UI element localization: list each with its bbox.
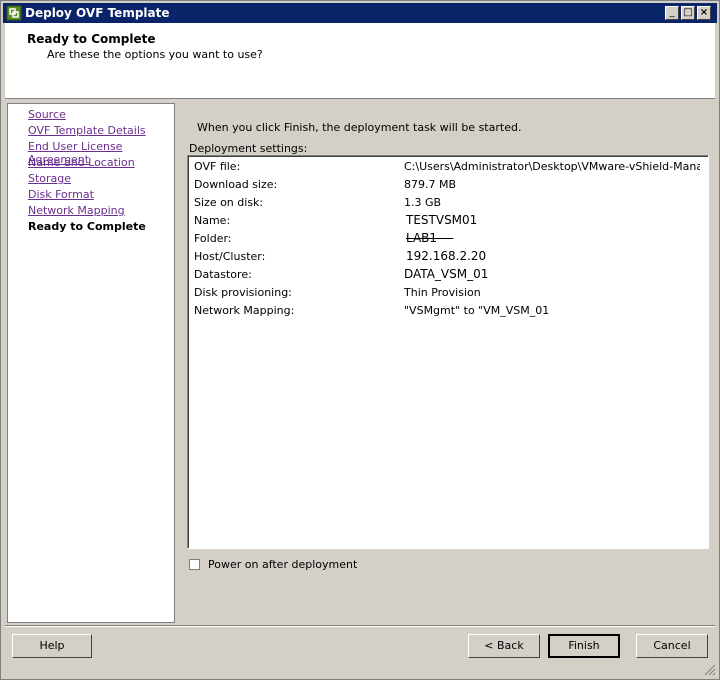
settings-key: Download size: <box>194 178 278 191</box>
nav-step-ovf-template-details[interactable]: OVF Template Details <box>28 124 146 137</box>
settings-label: Deployment settings: <box>189 142 308 155</box>
settings-row: Download size: 879.7 MB <box>194 178 702 194</box>
settings-row: Datastore: DATA_VSM_01 <box>194 267 702 284</box>
power-on-label[interactable]: Power on after deployment <box>208 558 357 571</box>
nav-step-source[interactable]: Source <box>28 108 66 121</box>
settings-key: Datastore: <box>194 268 252 281</box>
nav-step-ready-to-complete: Ready to Complete <box>28 220 146 233</box>
settings-value: Thin Provision <box>404 286 481 299</box>
settings-key: OVF file: <box>194 160 241 173</box>
settings-key: Size on disk: <box>194 196 264 209</box>
power-on-checkbox[interactable] <box>189 559 200 570</box>
settings-key: Name: <box>194 214 231 227</box>
settings-row: Size on disk: 1.3 GB <box>194 196 702 212</box>
maximize-button[interactable]: □ <box>681 6 695 20</box>
back-button[interactable]: < Back <box>468 634 540 658</box>
settings-row: Host/Cluster: 192.168.2.20 <box>194 249 702 266</box>
settings-value: 879.7 MB <box>404 178 457 191</box>
settings-value: C:\Users\Administrator\Desktop\VMware-vS… <box>404 160 700 173</box>
settings-row: Folder: LAB1 - - <box>194 231 702 248</box>
deployment-settings-list[interactable]: OVF file: C:\Users\Administrator\Desktop… <box>187 155 709 549</box>
nav-step-name-location[interactable]: Name and Location <box>28 156 135 169</box>
resize-grip-icon[interactable] <box>704 664 716 676</box>
vmware-app-icon <box>6 5 22 21</box>
settings-key: Host/Cluster: <box>194 250 266 263</box>
wizard-header: Ready to Complete Are these the options … <box>5 23 715 99</box>
wizard-content: When you click Finish, the deployment ta… <box>177 103 717 621</box>
nav-step-disk-format[interactable]: Disk Format <box>28 188 94 201</box>
finish-button[interactable]: Finish <box>548 634 620 658</box>
settings-key: Network Mapping: <box>194 304 295 317</box>
settings-key: Folder: <box>194 232 232 245</box>
settings-value: LAB1 - - <box>406 231 454 245</box>
minimize-button[interactable]: _ <box>665 6 679 20</box>
settings-value: TESTVSM01 <box>406 213 478 227</box>
settings-value: DATA_VSM_01 <box>404 267 489 281</box>
nav-step-network-mapping[interactable]: Network Mapping <box>28 204 125 217</box>
help-button[interactable]: Help <box>12 634 92 658</box>
settings-row: Name: TESTVSM01 <box>194 213 702 230</box>
intro-text: When you click Finish, the deployment ta… <box>197 121 522 134</box>
wizard-steps-panel: Source OVF Template Details End User Lic… <box>7 103 175 623</box>
deploy-ovf-window: Deploy OVF Template _ □ × Ready to Compl… <box>0 0 720 680</box>
page-title: Ready to Complete <box>27 32 156 46</box>
cancel-button[interactable]: Cancel <box>636 634 708 658</box>
title-bar[interactable]: Deploy OVF Template _ □ × <box>3 3 717 23</box>
window-title: Deploy OVF Template <box>25 6 170 20</box>
nav-step-storage[interactable]: Storage <box>28 172 71 185</box>
settings-row: Network Mapping: "VSMgmt" to "VM_VSM_01 <box>194 304 702 320</box>
settings-value: 1.3 GB <box>404 196 442 209</box>
close-button[interactable]: × <box>697 6 711 20</box>
settings-key: Disk provisioning: <box>194 286 292 299</box>
page-subtitle: Are these the options you want to use? <box>47 48 263 61</box>
settings-value: 192.168.2.20 <box>406 249 487 263</box>
settings-row: Disk provisioning: Thin Provision <box>194 286 702 302</box>
settings-value: "VSMgmt" to "VM_VSM_01 <box>404 304 550 317</box>
settings-row: OVF file: C:\Users\Administrator\Desktop… <box>194 160 702 176</box>
footer-divider-highlight <box>5 626 715 627</box>
